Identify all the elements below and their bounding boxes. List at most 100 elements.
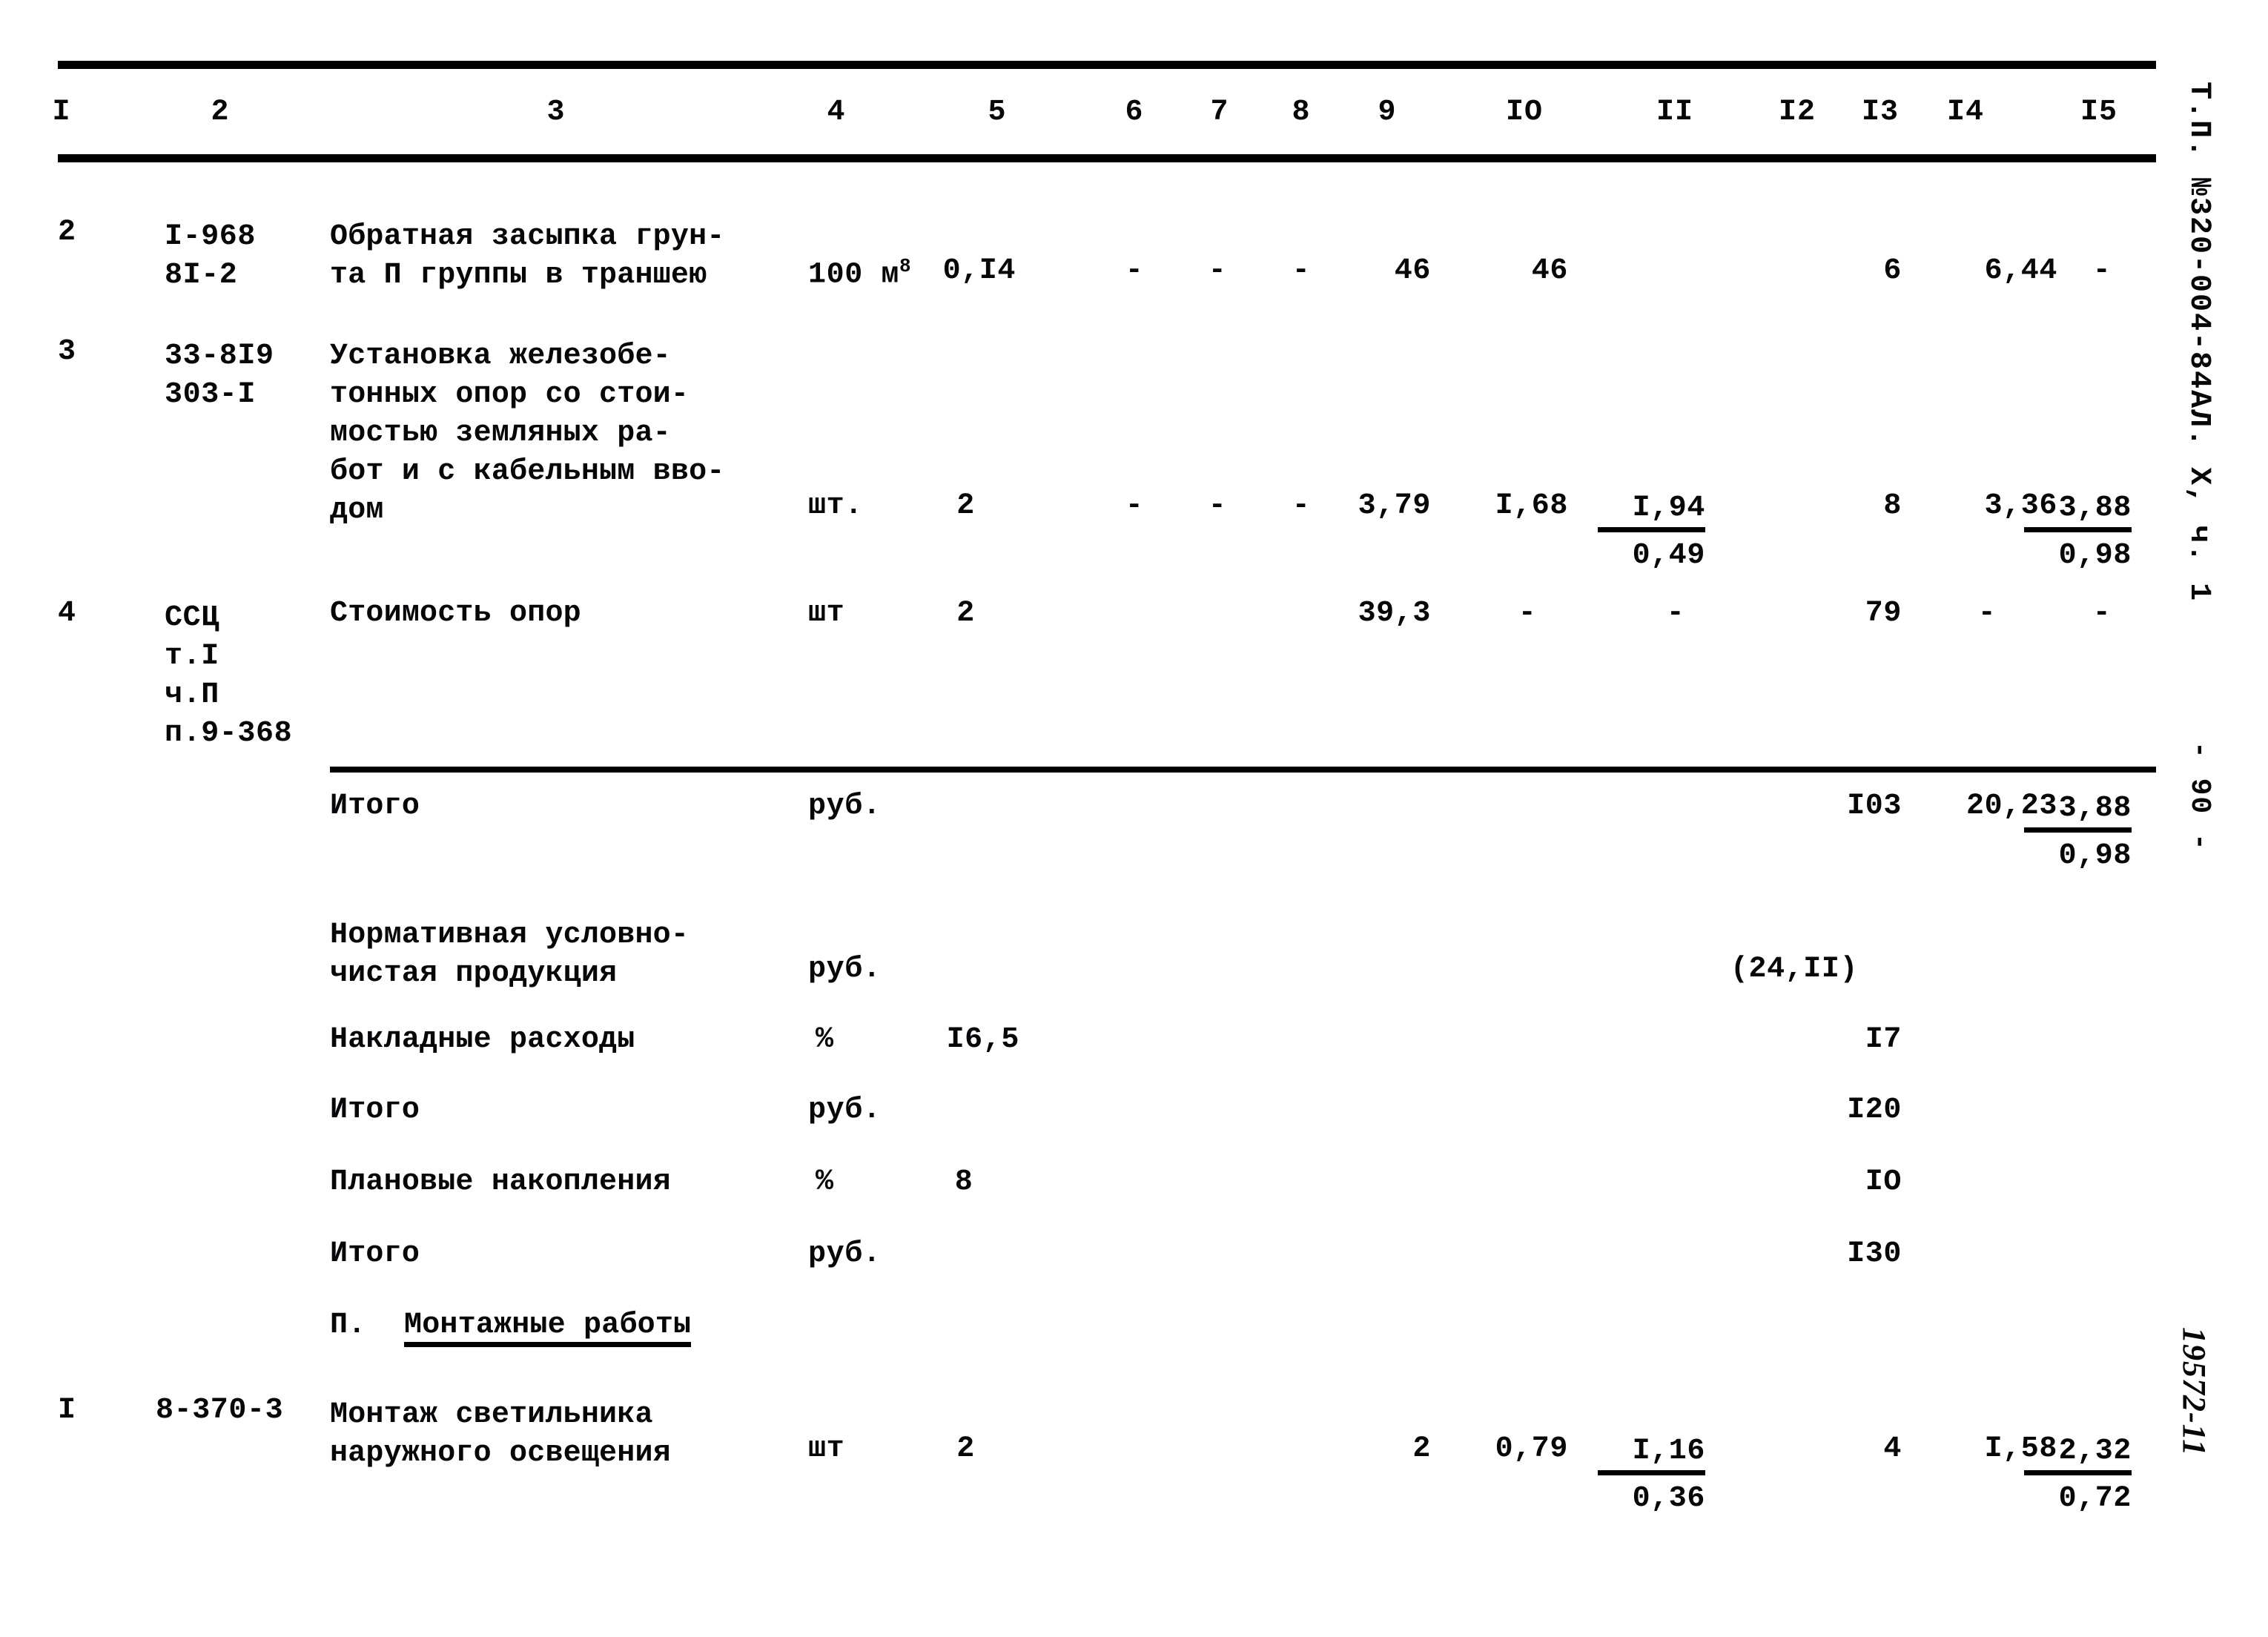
column-header-4: 4 [827, 96, 846, 129]
summary-col13: I30 [1847, 1237, 1902, 1271]
row-col6: - [1125, 254, 1144, 288]
fraction-denominator: 0,36 [1632, 1482, 1705, 1515]
row-col10: 46 [1531, 254, 1568, 288]
summary-percent: 8 [954, 1165, 973, 1199]
summary-col13: I7 [1865, 1023, 1902, 1056]
summary-unit: руб. [808, 1094, 882, 1127]
column-header-11: II [1656, 96, 1693, 129]
fraction-denominator: 0,98 [2058, 839, 2132, 873]
row-description: Стоимость опор [330, 597, 581, 630]
summary-label: Итого [330, 790, 420, 823]
summary-unit: руб. [808, 790, 882, 823]
row-description: Обратная засыпка грун- та П группы в тра… [330, 220, 725, 292]
row-code: 33-8I9 303-I [165, 340, 274, 411]
row-number: I [58, 1394, 76, 1427]
row-code: I-968 8I-2 [165, 220, 257, 292]
row-unit: шт [808, 1432, 845, 1466]
summary-unit: руб. [808, 1237, 882, 1271]
row-col15-fraction: 3,88 0,98 [2024, 492, 2132, 572]
summary-col12: (24,II) [1730, 953, 1859, 986]
summary-unit: % [816, 1023, 834, 1056]
fraction-numerator: I,94 [1598, 492, 1705, 532]
summary-percent: I6,5 [946, 1023, 1019, 1056]
row-col13: 6 [1883, 254, 1902, 288]
column-header-2: 2 [211, 96, 230, 129]
page-number: - 90 - [2183, 741, 2215, 852]
row-col10: I,68 [1495, 489, 1568, 523]
row-description: Монтаж светильника наружного освещения [330, 1398, 671, 1470]
fraction-denominator: 0,98 [2058, 539, 2132, 572]
handwritten-mark: 19572-11 [2176, 1327, 2212, 1457]
column-header-3: 3 [546, 96, 566, 129]
row-col11: - [1666, 597, 1685, 630]
column-header-8: 8 [1292, 96, 1311, 129]
fraction-numerator: 3,88 [2024, 792, 2132, 833]
row-col9: 46 [1394, 254, 1431, 288]
fraction-denominator: 0,49 [1632, 539, 1705, 572]
summary-unit: руб. [808, 953, 882, 986]
row-unit: 100 м8 [808, 257, 911, 290]
column-header-9: 9 [1378, 96, 1397, 129]
summary-col13: I20 [1847, 1094, 1902, 1127]
row-code: 8-370-3 [156, 1394, 284, 1427]
column-header-5: 5 [988, 96, 1007, 129]
column-header-1: I [52, 96, 71, 129]
summary-label: Плановые накопления [330, 1165, 671, 1199]
row-description: Установка железобе- тонных опор со стои-… [330, 340, 725, 527]
section-heading-numeral: П. [330, 1309, 366, 1342]
row-col13: 4 [1883, 1432, 1902, 1466]
row-col9: 2 [1412, 1432, 1431, 1466]
row-col9: 39,3 [1358, 597, 1431, 630]
column-header-6: 6 [1125, 96, 1144, 129]
row-number: 4 [58, 597, 76, 630]
summary-separator-rule [330, 767, 2156, 773]
row-col14: 6,44 [1984, 254, 2057, 288]
row-col15-fraction: 2,32 0,72 [2024, 1435, 2132, 1515]
column-header-10: IO [1505, 96, 1543, 129]
fraction-numerator: 3,88 [2024, 492, 2132, 532]
summary-col13: IO [1865, 1165, 1902, 1199]
row-col7: - [1208, 254, 1227, 288]
column-header-14: I4 [1946, 96, 1984, 129]
row-col8: - [1292, 254, 1311, 288]
row-col15: - [2092, 597, 2112, 630]
summary-label: Накладные расходы [330, 1023, 635, 1056]
row-quantity: 2 [956, 597, 975, 630]
row-unit: шт [808, 597, 845, 630]
row-number: 2 [58, 216, 76, 249]
row-col7: - [1208, 489, 1227, 523]
row-unit: шт. [808, 489, 863, 523]
table-top-rule [58, 61, 2156, 69]
row-col10: 0,79 [1495, 1432, 1568, 1466]
row-quantity: 2 [956, 1432, 975, 1466]
row-col13: 8 [1883, 489, 1902, 523]
fraction-numerator: I,16 [1598, 1435, 1705, 1475]
column-header-12: I2 [1778, 96, 1816, 129]
table-header-rule [58, 154, 2156, 162]
fraction-denominator: 0,72 [2058, 1482, 2132, 1515]
document-page: I 2 3 4 5 6 7 8 9 IO II I2 I3 I4 I5 2 I-… [0, 0, 2268, 1637]
row-quantity: 2 [956, 489, 975, 523]
column-header-13: I3 [1861, 96, 1899, 129]
row-col10: - [1518, 597, 1537, 630]
row-number: 3 [58, 335, 76, 368]
row-quantity: 0,I4 [942, 254, 1016, 288]
summary-unit: % [816, 1165, 834, 1199]
row-col14: - [1977, 597, 1997, 630]
row-col15: - [2092, 254, 2112, 288]
column-header-15: I5 [2080, 96, 2117, 129]
row-code: ССЦ т.I ч.П п.9-368 [165, 601, 293, 750]
summary-label: Итого [330, 1094, 420, 1127]
column-header-7: 7 [1210, 96, 1229, 129]
summary-col13: I03 [1847, 790, 1902, 823]
row-col6: - [1125, 489, 1144, 523]
row-col8: - [1292, 489, 1311, 523]
row-unit-superscript: 8 [899, 255, 911, 277]
row-col13: 79 [1865, 597, 1902, 630]
summary-label: Нормативная условно- чистая продукция [330, 919, 690, 991]
fraction-numerator: 2,32 [2024, 1435, 2132, 1475]
row-unit-text: 100 м [808, 258, 900, 292]
summary-label: Итого [330, 1237, 420, 1271]
row-col11-fraction: I,16 0,36 [1598, 1435, 1705, 1515]
row-col11-fraction: I,94 0,49 [1598, 492, 1705, 572]
